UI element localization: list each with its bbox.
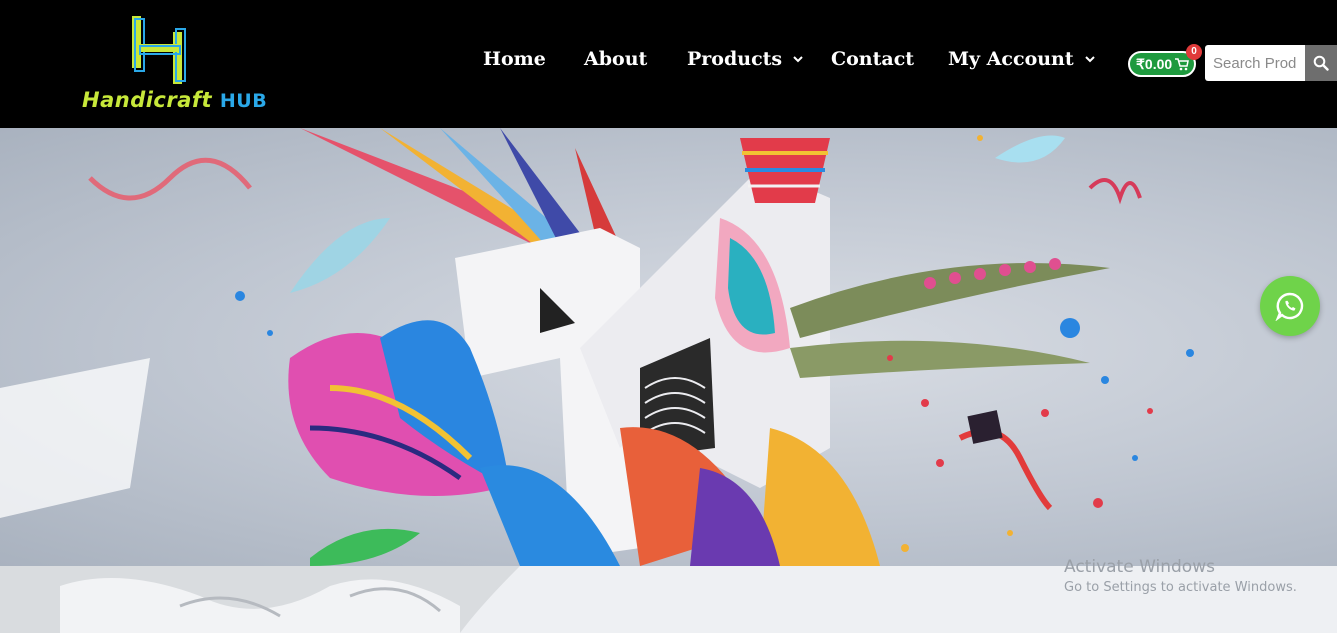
nav-item-label: Contact [831,48,915,70]
logo-text: Handicraft HUB [82,88,267,112]
product-search [1205,45,1337,81]
nav-item-contact[interactable]: Contact [831,48,914,70]
cart-button[interactable]: ₹0.00 0 [1128,44,1202,77]
site-logo[interactable]: Handicraft HUB [80,14,267,116]
nav-item-label: Home [483,48,546,70]
cart-icon [1175,58,1189,71]
nav-item-my-account[interactable]: My Account [948,48,1096,70]
nav-item-products[interactable]: Products [687,48,804,70]
chevron-down-icon [1084,56,1095,63]
whatsapp-icon [1275,292,1304,321]
logo-word-handicraft: Handicraft [82,88,213,112]
nav-item-label: About [584,48,648,70]
hero-illustration [0,128,1194,566]
logo-word-hub: HUB [219,90,268,112]
activate-windows-watermark: Activate Windows Go to Settings to activ… [1064,556,1297,598]
site-header: Handicraft HUB Home About Products Conta… [0,0,1337,128]
search-button[interactable] [1305,45,1337,81]
nav-item-about[interactable]: About [584,48,647,70]
chevron-down-icon [793,56,803,63]
nav-item-home[interactable]: Home [483,48,546,70]
logo-h-icon [132,16,186,84]
whatsapp-chat-button[interactable] [1260,276,1320,336]
cart-count-badge: 0 [1186,44,1202,60]
nav-item-label: Products [687,48,783,70]
nav-item-label: My Account [948,48,1074,70]
search-input[interactable] [1205,45,1305,81]
hero-banner [0,128,1337,566]
search-icon [1313,55,1329,71]
watermark-subtitle: Go to Settings to activate Windows. [1064,580,1297,595]
cart-total: ₹0.00 [1136,55,1173,72]
watermark-title: Activate Windows [1064,557,1215,577]
